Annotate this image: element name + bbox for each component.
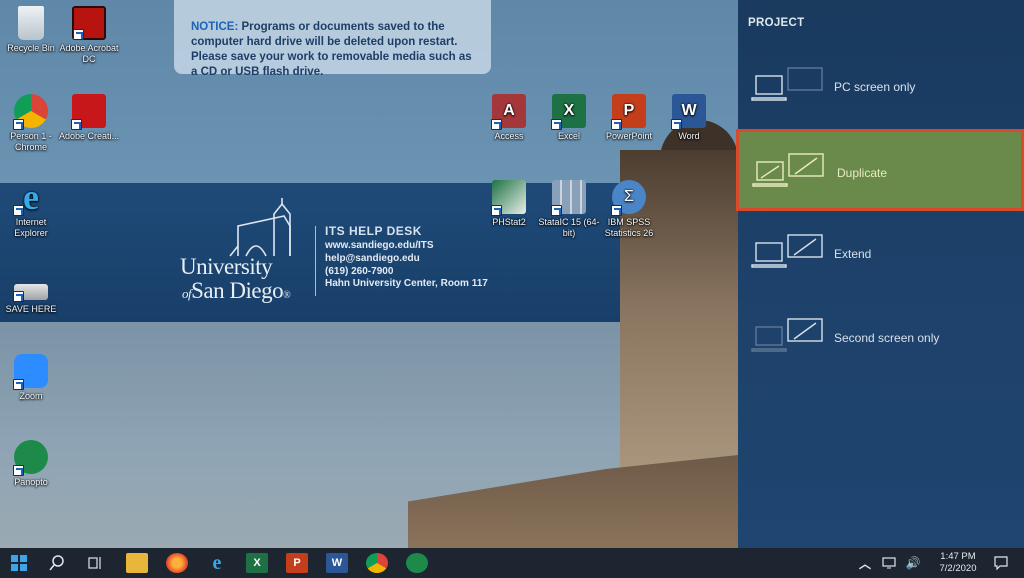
- usb-drive-icon: [13, 284, 48, 302]
- task-view-icon[interactable]: [84, 553, 106, 573]
- powerpoint-icon: P: [611, 94, 646, 130]
- notice-label: NOTICE:: [191, 21, 239, 33]
- file-explorer-icon[interactable]: [126, 553, 148, 573]
- desktop-icon-zoom[interactable]: Zoom: [0, 354, 62, 402]
- search-icon[interactable]: [46, 553, 68, 573]
- desktop-icon-excel[interactable]: X Excel: [538, 94, 600, 142]
- internet-explorer-icon: e: [13, 179, 48, 216]
- excel-icon[interactable]: X: [246, 553, 268, 573]
- stata-icon: [551, 180, 586, 216]
- desktop-icon-adobe-acrobat[interactable]: Adobe Acrobat DC: [58, 6, 120, 65]
- project-option-label: Duplicate: [837, 166, 888, 180]
- its-website: www.sandiego.edu/ITS: [325, 240, 434, 251]
- desktop-icon-spss[interactable]: Σ IBM SPSS Statistics 26: [598, 180, 660, 239]
- windows-start-icon[interactable]: [8, 553, 30, 573]
- desktop-icon-stata[interactable]: StataIC 15 (64-bit): [538, 180, 600, 239]
- project-option-label: Second screen only: [834, 331, 940, 345]
- project-option-duplicate[interactable]: Duplicate: [736, 129, 1024, 211]
- project-option-label: PC screen only: [834, 80, 916, 94]
- firefox-icon[interactable]: [166, 553, 188, 573]
- desktop-icon-save-here[interactable]: SAVE HERE: [0, 284, 62, 315]
- panopto-icon[interactable]: [406, 553, 428, 573]
- volume-icon[interactable]: 🔊: [902, 553, 924, 573]
- word-icon: W: [671, 94, 706, 130]
- project-panel: PROJECT PC screen only Duplicate Extend …: [736, 0, 1024, 548]
- its-phone: (619) 260-7900: [325, 266, 394, 277]
- desktop-icon-panopto[interactable]: Panopto: [0, 440, 62, 488]
- its-location: Hahn University Center, Room 117: [325, 278, 488, 289]
- desktop-icon-phstat2[interactable]: PHStat2: [478, 180, 540, 228]
- usd-name-line1: University: [180, 254, 273, 279]
- project-option-pc-screen-only[interactable]: PC screen only: [738, 46, 1024, 128]
- clock-date: 7/2/2020: [939, 563, 977, 574]
- network-icon[interactable]: [878, 553, 900, 573]
- panopto-icon: [13, 440, 48, 476]
- word-icon[interactable]: W: [326, 553, 348, 573]
- project-option-extend[interactable]: Extend: [738, 213, 1024, 295]
- clock-time: 1:47 PM: [940, 551, 976, 562]
- banner-divider: [315, 226, 316, 296]
- project-panel-title: PROJECT: [748, 17, 805, 29]
- usd-name-line2: ofSan Diego®: [182, 278, 291, 303]
- project-option-second-screen-only[interactable]: Second screen only: [738, 297, 1024, 379]
- chrome-icon[interactable]: [366, 553, 388, 573]
- desktop-icon-word[interactable]: W Word: [658, 94, 720, 142]
- access-icon: A: [491, 94, 526, 130]
- phstat2-icon: [491, 180, 526, 216]
- second-screen-only-icon: [751, 318, 823, 352]
- notice-box: NOTICE: Programs or documents saved to t…: [174, 0, 491, 78]
- desktop-icon-access[interactable]: A Access: [478, 94, 540, 142]
- desktop-icon-powerpoint[interactable]: P PowerPoint: [598, 94, 660, 142]
- recycle-bin-icon: [18, 6, 44, 40]
- adobe-acrobat-icon: [72, 6, 106, 40]
- spss-icon: Σ: [611, 180, 646, 216]
- taskbar: e X P W ︿ 🔊: [0, 548, 1024, 578]
- chrome-icon: [13, 94, 48, 130]
- project-option-label: Extend: [834, 247, 872, 261]
- zoom-icon: [13, 354, 48, 390]
- its-help-desk-title: ITS HELP DESK: [325, 224, 422, 238]
- pc-screen-only-icon: [751, 67, 823, 101]
- its-email: help@sandiego.edu: [325, 253, 420, 264]
- desktop-icon-chrome[interactable]: Person 1 - Chrome: [0, 94, 62, 153]
- adobe-creative-cloud-icon: [71, 94, 106, 130]
- chevron-up-icon[interactable]: ︿: [854, 553, 876, 573]
- desktop-icon-adobe-creative[interactable]: Adobe Creati...: [58, 94, 120, 142]
- notification-icon[interactable]: [990, 553, 1012, 573]
- duplicate-icon: [752, 153, 824, 187]
- powerpoint-icon[interactable]: P: [286, 553, 308, 573]
- desktop-icon-recycle-bin[interactable]: Recycle Bin: [0, 6, 62, 54]
- excel-icon: X: [551, 94, 586, 130]
- desktop-icon-internet-explorer[interactable]: e Internet Explorer: [0, 179, 62, 239]
- taskbar-clock[interactable]: 1:47 PM 7/2/2020: [936, 551, 980, 575]
- internet-explorer-icon[interactable]: e: [206, 552, 228, 574]
- extend-icon: [751, 234, 823, 268]
